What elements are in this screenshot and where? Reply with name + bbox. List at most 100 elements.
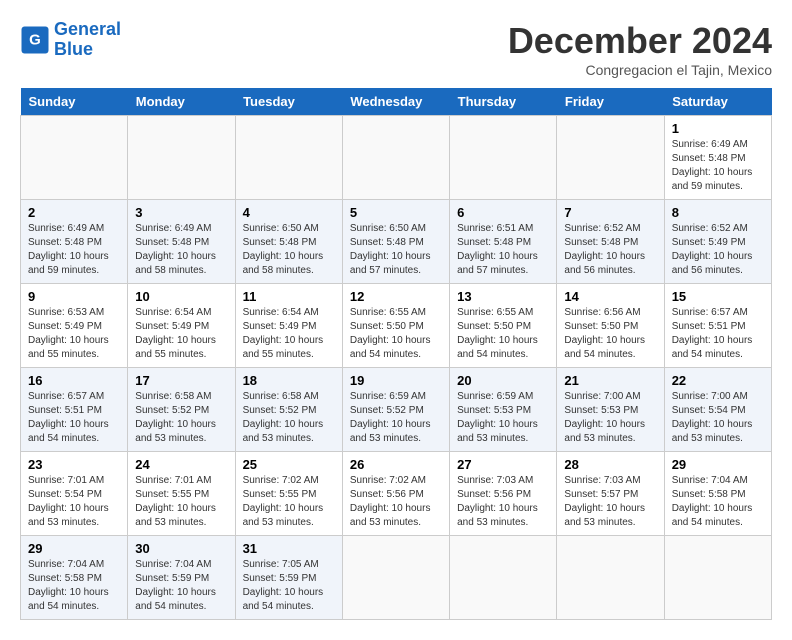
- day-number: 23: [28, 457, 120, 472]
- day-number: 11: [243, 289, 335, 304]
- day-info: Sunrise: 6:55 AMSunset: 5:50 PMDaylight:…: [350, 306, 442, 362]
- day-number: 24: [135, 457, 227, 472]
- calendar-cell: [342, 116, 449, 200]
- calendar-week-row: 16 Sunrise: 6:57 AMSunset: 5:51 PMDayligh…: [21, 368, 772, 452]
- calendar-cell: 25Sunrise: 7:02 AMSunset: 5:55 PMDayligh…: [235, 452, 342, 536]
- day-info: Sunrise: 6:50 AMSunset: 5:48 PMDaylight:…: [350, 222, 442, 278]
- calendar-cell: 12Sunrise: 6:55 AMSunset: 5:50 PMDayligh…: [342, 284, 449, 368]
- day-number: 18: [243, 373, 335, 388]
- day-info: Sunrise: 7:02 AMSunset: 5:55 PMDaylight:…: [243, 474, 335, 530]
- month-title: December 2024: [508, 20, 772, 62]
- svg-text:G: G: [29, 31, 41, 48]
- calendar-cell: 13 Sunrise: 6:55 AMSunset: 5:50 PMDayligh…: [450, 284, 557, 368]
- calendar-week-row: 9Sunrise: 6:53 AMSunset: 5:49 PMDaylight…: [21, 284, 772, 368]
- calendar-cell: 27 Sunrise: 7:03 AMSunset: 5:56 PMDayligh…: [450, 452, 557, 536]
- day-of-week-header: Sunday: [21, 88, 128, 116]
- calendar-cell: 1 Sunrise: 6:49 AMSunset: 5:48 PMDaylight…: [664, 116, 771, 200]
- calendar-cell: 4Sunrise: 6:50 AMSunset: 5:48 PMDaylight…: [235, 200, 342, 284]
- day-number: 28: [564, 457, 656, 472]
- day-number: 26: [350, 457, 442, 472]
- day-info: Sunrise: 6:51 AMSunset: 5:48 PMDaylight:…: [457, 222, 549, 278]
- calendar-cell: 29 Sunrise: 7:04 AMSunset: 5:58 PMDayligh…: [21, 536, 128, 620]
- calendar-cell: 23 Sunrise: 7:01 AMSunset: 5:54 PMDayligh…: [21, 452, 128, 536]
- day-info: Sunrise: 6:49 AMSunset: 5:48 PMDaylight:…: [672, 138, 764, 194]
- calendar-cell: [450, 116, 557, 200]
- calendar-cell: 11 Sunrise: 6:54 AMSunset: 5:49 PMDayligh…: [235, 284, 342, 368]
- calendar-cell: 6Sunrise: 6:51 AMSunset: 5:48 PMDaylight…: [450, 200, 557, 284]
- day-number: 20: [457, 373, 549, 388]
- day-info: Sunrise: 7:00 AMSunset: 5:54 PMDaylight:…: [672, 390, 764, 446]
- calendar-cell: 8 Sunrise: 6:52 AMSunset: 5:49 PMDaylight…: [664, 200, 771, 284]
- day-info: Sunrise: 7:04 AMSunset: 5:58 PMDaylight:…: [672, 474, 764, 530]
- day-number: 16: [28, 373, 120, 388]
- day-number: 5: [350, 205, 442, 220]
- logo-text: General Blue: [54, 20, 121, 60]
- day-info: Sunrise: 6:59 AMSunset: 5:52 PMDaylight:…: [350, 390, 442, 446]
- calendar-cell: [557, 116, 664, 200]
- calendar-cell: 28 Sunrise: 7:03 AMSunset: 5:57 PMDayligh…: [557, 452, 664, 536]
- title-section: December 2024 Congregacion el Tajin, Mex…: [508, 20, 772, 78]
- calendar-cell: 30Sunrise: 7:04 AMSunset: 5:59 PMDayligh…: [128, 536, 235, 620]
- calendar-week-row: 1 Sunrise: 6:49 AMSunset: 5:48 PMDaylight…: [21, 116, 772, 200]
- day-info: Sunrise: 7:03 AMSunset: 5:57 PMDaylight:…: [564, 474, 656, 530]
- day-info: Sunrise: 6:52 AMSunset: 5:49 PMDaylight:…: [672, 222, 764, 278]
- day-info: Sunrise: 6:53 AMSunset: 5:49 PMDaylight:…: [28, 306, 120, 362]
- calendar-week-row: 2Sunrise: 6:49 AMSunset: 5:48 PMDaylight…: [21, 200, 772, 284]
- calendar-week-row: 29 Sunrise: 7:04 AMSunset: 5:58 PMDayligh…: [21, 536, 772, 620]
- day-number: 29: [28, 541, 120, 556]
- day-info: Sunrise: 7:05 AMSunset: 5:59 PMDaylight:…: [243, 558, 335, 614]
- day-number: 14: [564, 289, 656, 304]
- calendar-cell: 16 Sunrise: 6:57 AMSunset: 5:51 PMDayligh…: [21, 368, 128, 452]
- day-number: 29: [672, 457, 764, 472]
- calendar-cell: [21, 116, 128, 200]
- day-info: Sunrise: 7:00 AMSunset: 5:53 PMDaylight:…: [564, 390, 656, 446]
- day-number: 31: [243, 541, 335, 556]
- day-number: 3: [135, 205, 227, 220]
- calendar-cell: 20Sunrise: 6:59 AMSunset: 5:53 PMDayligh…: [450, 368, 557, 452]
- day-info: Sunrise: 6:58 AMSunset: 5:52 PMDaylight:…: [135, 390, 227, 446]
- day-number: 13: [457, 289, 549, 304]
- day-info: Sunrise: 7:04 AMSunset: 5:58 PMDaylight:…: [28, 558, 120, 614]
- location: Congregacion el Tajin, Mexico: [508, 62, 772, 78]
- day-info: Sunrise: 6:49 AMSunset: 5:48 PMDaylight:…: [135, 222, 227, 278]
- day-number: 19: [350, 373, 442, 388]
- calendar-cell: 18 Sunrise: 6:58 AMSunset: 5:52 PMDayligh…: [235, 368, 342, 452]
- logo: G General Blue: [20, 20, 121, 60]
- calendar-cell: 9Sunrise: 6:53 AMSunset: 5:49 PMDaylight…: [21, 284, 128, 368]
- calendar-cell: 7Sunrise: 6:52 AMSunset: 5:48 PMDaylight…: [557, 200, 664, 284]
- logo-line1: General: [54, 19, 121, 39]
- day-info: Sunrise: 6:50 AMSunset: 5:48 PMDaylight:…: [243, 222, 335, 278]
- day-info: Sunrise: 6:57 AMSunset: 5:51 PMDaylight:…: [28, 390, 120, 446]
- day-of-week-header: Wednesday: [342, 88, 449, 116]
- day-of-week-header: Saturday: [664, 88, 771, 116]
- day-of-week-header: Thursday: [450, 88, 557, 116]
- day-info: Sunrise: 6:52 AMSunset: 5:48 PMDaylight:…: [564, 222, 656, 278]
- calendar-cell: 31 Sunrise: 7:05 AMSunset: 5:59 PMDayligh…: [235, 536, 342, 620]
- day-info: Sunrise: 6:49 AMSunset: 5:48 PMDaylight:…: [28, 222, 120, 278]
- day-info: Sunrise: 6:58 AMSunset: 5:52 PMDaylight:…: [243, 390, 335, 446]
- day-info: Sunrise: 7:01 AMSunset: 5:54 PMDaylight:…: [28, 474, 120, 530]
- day-info: Sunrise: 7:03 AMSunset: 5:56 PMDaylight:…: [457, 474, 549, 530]
- day-info: Sunrise: 6:54 AMSunset: 5:49 PMDaylight:…: [135, 306, 227, 362]
- day-info: Sunrise: 7:01 AMSunset: 5:55 PMDaylight:…: [135, 474, 227, 530]
- calendar-cell: [235, 116, 342, 200]
- day-number: 1: [672, 121, 764, 136]
- day-info: Sunrise: 7:02 AMSunset: 5:56 PMDaylight:…: [350, 474, 442, 530]
- calendar-cell: 2Sunrise: 6:49 AMSunset: 5:48 PMDaylight…: [21, 200, 128, 284]
- day-number: 27: [457, 457, 549, 472]
- calendar-cell: 24 Sunrise: 7:01 AMSunset: 5:55 PMDayligh…: [128, 452, 235, 536]
- calendar-header-row: SundayMondayTuesdayWednesdayThursdayFrid…: [21, 88, 772, 116]
- day-number: 21: [564, 373, 656, 388]
- day-number: 22: [672, 373, 764, 388]
- day-number: 8: [672, 205, 764, 220]
- logo-icon: G: [20, 25, 50, 55]
- day-info: Sunrise: 6:55 AMSunset: 5:50 PMDaylight:…: [457, 306, 549, 362]
- day-of-week-header: Monday: [128, 88, 235, 116]
- calendar-cell: 19 Sunrise: 6:59 AMSunset: 5:52 PMDayligh…: [342, 368, 449, 452]
- calendar-cell: 5 Sunrise: 6:50 AMSunset: 5:48 PMDaylight…: [342, 200, 449, 284]
- calendar-cell: 3 Sunrise: 6:49 AMSunset: 5:48 PMDaylight…: [128, 200, 235, 284]
- day-info: Sunrise: 6:54 AMSunset: 5:49 PMDaylight:…: [243, 306, 335, 362]
- calendar-cell: 14Sunrise: 6:56 AMSunset: 5:50 PMDayligh…: [557, 284, 664, 368]
- calendar-cell: 17Sunrise: 6:58 AMSunset: 5:52 PMDayligh…: [128, 368, 235, 452]
- calendar-week-row: 23 Sunrise: 7:01 AMSunset: 5:54 PMDayligh…: [21, 452, 772, 536]
